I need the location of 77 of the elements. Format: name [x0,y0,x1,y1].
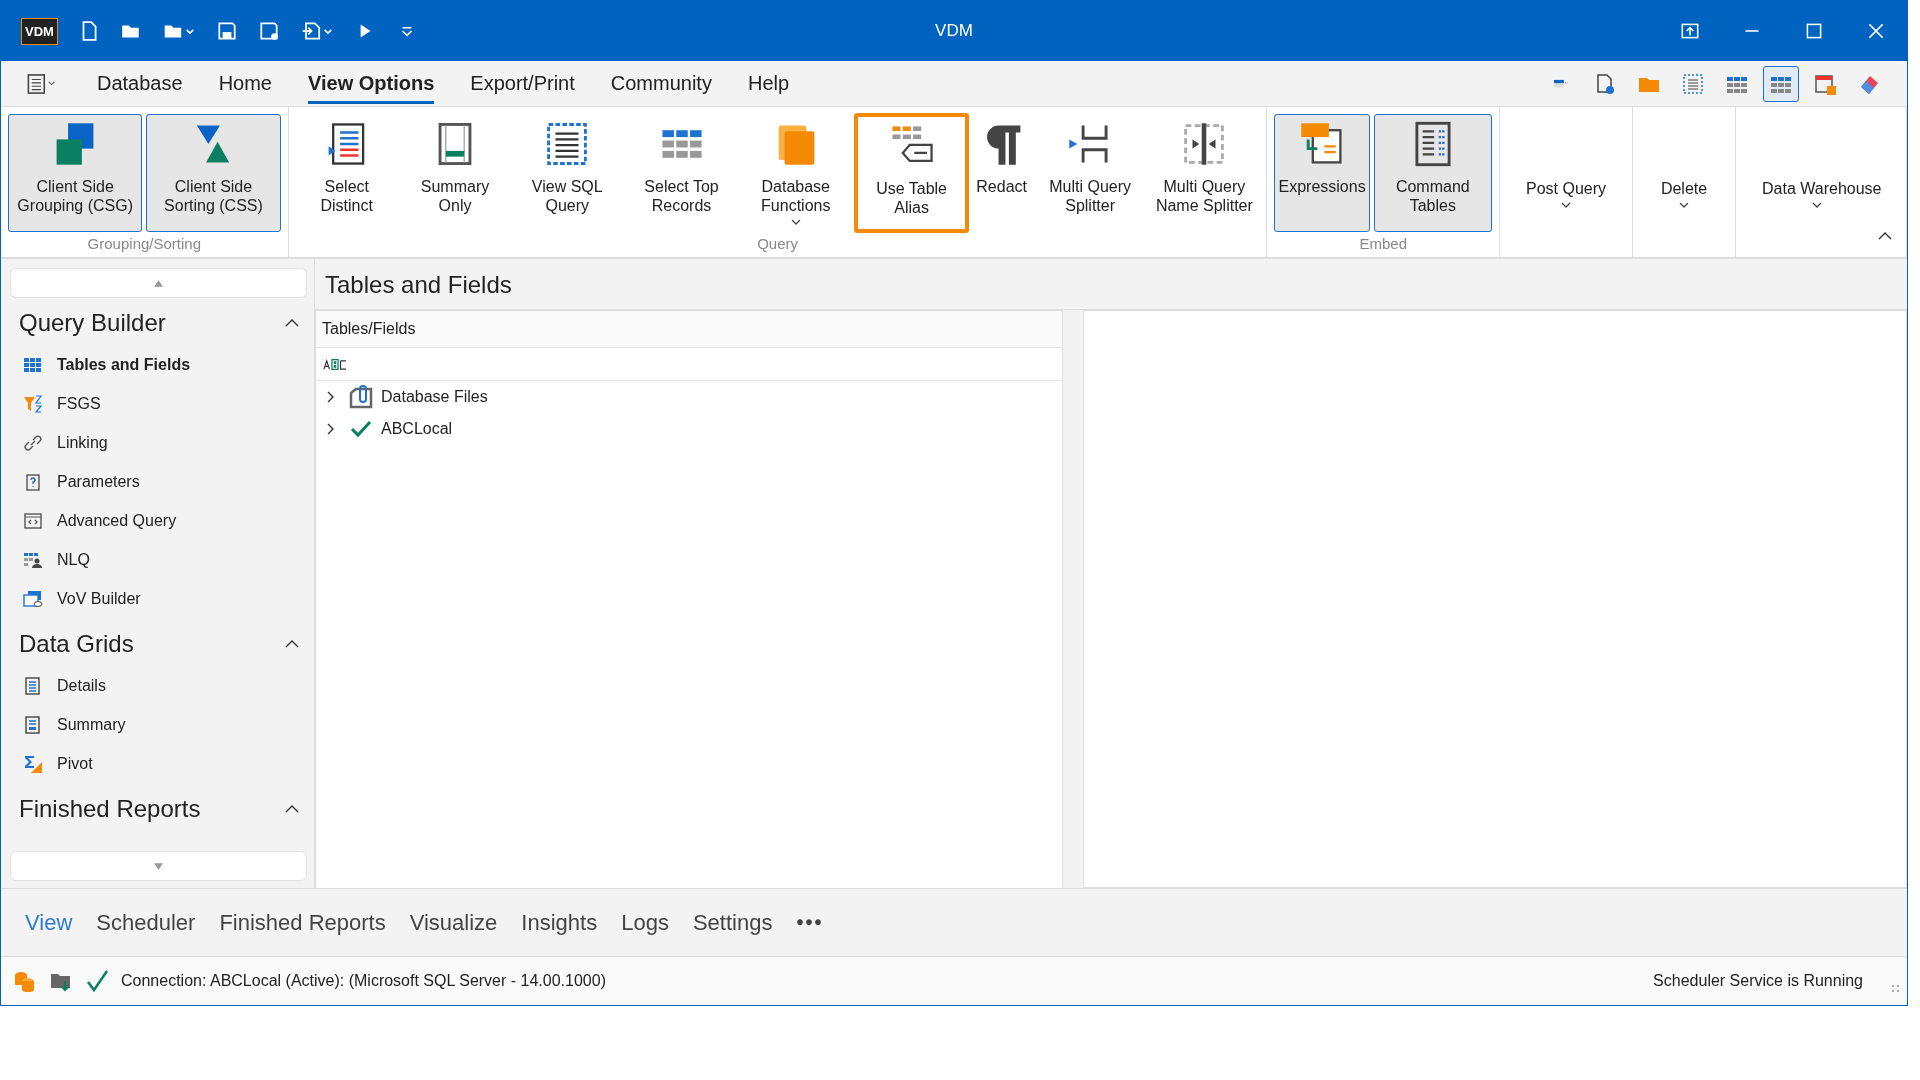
ribbon-button[interactable]: Database Functions [739,113,852,233]
menu-tab[interactable]: View Options [308,63,435,104]
ribbon-button[interactable]: Redact [971,113,1032,233]
down-triangle-icon [153,861,164,871]
ribbon-button[interactable]: Data Warehouse [1742,113,1892,257]
sidebar-item[interactable]: Tables and Fields [11,345,306,384]
ribbon-button[interactable]: View SQL Query [511,113,624,233]
window-eye-icon [23,588,43,609]
abc-icon[interactable] [323,357,347,371]
chevron-up-icon[interactable] [284,318,300,328]
connection-status: Connection: ABCLocal (Active): (Microsoft SQL Server - 14.00.1000) [121,972,606,990]
up-triangle-icon [153,278,164,288]
app-logo: VDM [21,17,58,45]
code-window-icon [23,510,43,531]
more-button[interactable]: ••• [796,911,824,934]
group-label: Grouping/Sorting [86,234,202,254]
section-title: Data Grids [19,630,134,658]
funnel-icon [23,393,43,414]
bottom-tab[interactable]: Insights [521,909,598,936]
bottom-tab[interactable]: Visualize [409,909,498,936]
ribbon-button[interactable]: Select Top Records [625,113,738,233]
save-icon[interactable] [215,20,238,42]
window-title: VDM [935,21,973,41]
ribbon-button[interactable]: Expressions [1274,114,1370,232]
menu-tab[interactable]: Export/Print [470,63,575,104]
menu-tab[interactable]: Community [610,63,712,104]
clipboard-icon [23,471,43,492]
menu-tab[interactable]: Help [747,63,790,104]
document-icon [23,675,43,696]
group-label: Embed [1358,234,1408,254]
column-header: Tables/Fields [316,311,1062,348]
ribbon-button[interactable]: Client Side Grouping (CSG) [8,114,143,232]
resize-grip-icon[interactable] [1891,984,1901,994]
sidebar-item[interactable]: VoV Builder [11,579,306,618]
toolbar-button[interactable] [1763,65,1799,102]
sidebar-item[interactable]: NLQ [11,540,306,579]
ribbon-button[interactable]: Delete [1639,113,1729,257]
ribbon-button[interactable]: Command Tables [1373,114,1492,232]
ribbon-button[interactable]: Use Table Alias [853,113,970,233]
bottom-tab[interactable]: View [25,909,73,936]
bottom-tab[interactable]: Settings [692,909,773,936]
ribbon-button[interactable]: Post Query [1505,113,1626,257]
sidebar-item[interactable]: Parameters [11,462,306,501]
sidebar-item[interactable]: Advanced Query [11,501,306,540]
tree-node[interactable]: ABCLocal [316,413,1062,445]
menu-tab[interactable]: Database [97,63,183,104]
section-title: Finished Reports [19,795,201,823]
sidebar-item[interactable]: Details [11,666,306,705]
bottom-tab[interactable]: Scheduler [96,909,196,936]
ribbon-button[interactable]: Multi Query Name Splitter [1148,113,1261,233]
tree-node[interactable]: Database Files [316,381,1062,413]
folder-clip-icon [349,385,373,409]
chevron-up-icon[interactable] [284,639,300,649]
ribbon-button[interactable]: Client Side Sorting (CSS) [146,114,281,232]
check-icon [85,969,109,993]
chevron-right-icon[interactable] [325,422,335,436]
sidebar-item[interactable]: Pivot [11,744,306,783]
sidebar-item[interactable]: Summary [11,705,306,744]
group-label: Query [756,234,799,254]
sigma-icon [23,753,43,774]
ribbon-button[interactable]: Multi Query Splitter [1034,113,1147,233]
document-icon [23,714,43,735]
ribbon-button[interactable]: Summary Only [400,113,510,233]
page-title: Tables and Fields [325,271,512,299]
bottom-tab[interactable]: Finished Reports [219,909,386,936]
menu-tab[interactable]: Home [218,63,272,104]
ribbon-button[interactable]: Select Distinct [294,113,399,233]
sidebar-item[interactable]: Linking [11,423,306,462]
chevron-right-icon[interactable] [325,390,335,404]
dashed-list-icon [1681,71,1705,96]
collapse-ribbon-icon[interactable] [1877,231,1893,241]
service-status: Scheduler Service is Running [1653,972,1863,990]
chevron-up-icon[interactable] [284,804,300,814]
sidebar-item[interactable]: FSGS [11,384,306,423]
bottom-tab[interactable]: Logs [621,909,669,936]
save-as-icon[interactable] [257,20,280,42]
section-title: Query Builder [19,309,166,337]
